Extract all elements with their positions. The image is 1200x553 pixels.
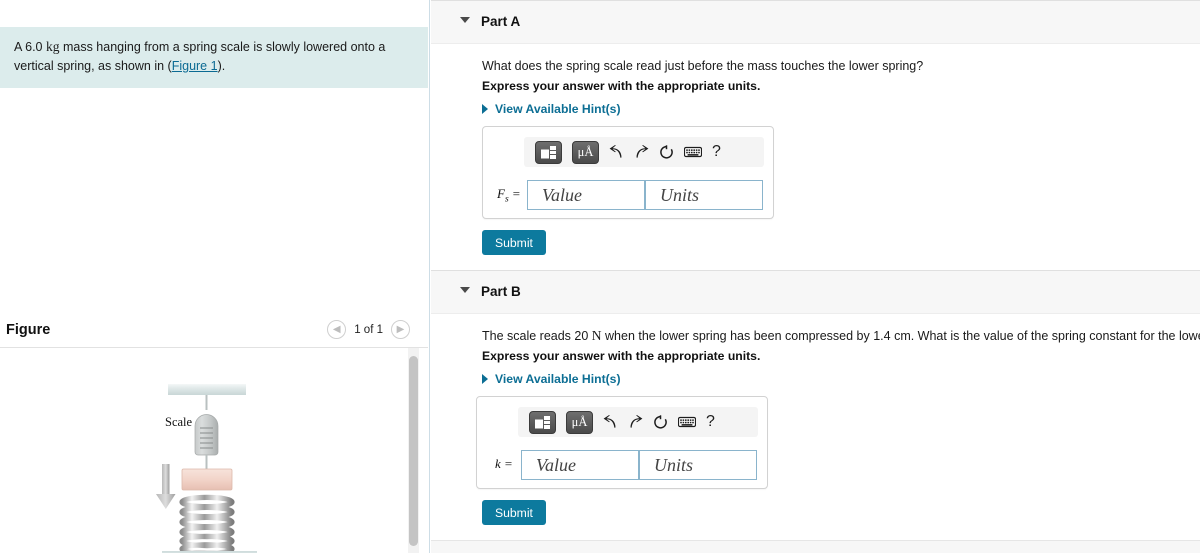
part-a-answer-label: Fs = (497, 186, 521, 205)
undo-glyph (609, 145, 622, 158)
part-b-answer-box: μÅ ? k = Value Units (476, 396, 768, 489)
figure-scrollbar-thumb[interactable] (409, 356, 418, 546)
part-b-question-unit: N (591, 328, 602, 343)
part-a-question: What does the spring scale read just bef… (482, 57, 923, 76)
chevron-left-icon[interactable]: ◀ (327, 320, 347, 339)
ceiling-bar (168, 384, 246, 395)
part-b-question-post: when the lower spring has been compresse… (601, 329, 1200, 343)
part-b-answer-label: k = (495, 456, 513, 475)
mastering-physics-problem-page: A 6.0 kg mass hanging from a spring scal… (0, 0, 1200, 553)
keyboard-icon[interactable] (684, 146, 702, 158)
part-b-express-units-note: Express your answer with the appropriate… (482, 349, 761, 363)
part-b-units-input[interactable]: Units (639, 450, 757, 480)
micro-angstrom-units-icon[interactable]: μÅ (572, 140, 599, 164)
part-b-view-hints-link[interactable]: View Available Hint(s) (482, 372, 621, 386)
part-a-answer-toolbar: μÅ ? (524, 137, 764, 167)
part-a-symbol: F (497, 186, 505, 201)
hanging-mass-block (181, 468, 233, 491)
math-template-glyph (535, 415, 550, 429)
part-a-title: Part A (481, 14, 521, 29)
math-template-icon[interactable] (535, 140, 562, 164)
part-b-question-pre: The scale reads 20 (482, 329, 592, 343)
caret-right-icon (482, 104, 488, 114)
redo-arrow-icon[interactable] (628, 415, 643, 429)
redo-glyph (630, 415, 643, 428)
undo-arrow-icon[interactable] (603, 415, 618, 429)
figure-1-link[interactable]: Figure 1 (172, 59, 218, 73)
spring-scale-body (194, 414, 219, 456)
part-b-title: Part B (481, 284, 521, 299)
undo-glyph (603, 415, 616, 428)
part-b-header[interactable]: Part B (431, 270, 1200, 314)
figure-title: Figure (6, 322, 51, 338)
units-glyph: μÅ (571, 414, 588, 429)
keyboard-glyph (678, 416, 696, 428)
figure-navigation: ◀ 1 of 1 ▶ (327, 320, 410, 339)
micro-angstrom-units-icon[interactable]: μÅ (566, 410, 593, 434)
caret-right-icon (482, 374, 488, 384)
problem-unit-kg: kg (45, 39, 60, 54)
help-question-icon[interactable]: ? (712, 144, 721, 160)
undo-arrow-icon[interactable] (609, 145, 624, 159)
part-b-submit-button[interactable]: Submit (482, 500, 546, 525)
scale-text-label: Scale (165, 415, 193, 429)
part-a-equals: = (508, 186, 521, 201)
part-a-units-input[interactable]: Units (645, 180, 763, 210)
lower-rod (205, 455, 208, 469)
math-template-glyph (541, 145, 556, 159)
part-b-units-placeholder: Units (654, 454, 694, 475)
figure-header: Figure ◀ 1 of 1 ▶ (0, 318, 428, 347)
upper-rod (205, 395, 208, 410)
part-a-answer-box: μÅ ? Fs = Value Units (482, 126, 774, 219)
caret-down-icon[interactable] (460, 287, 470, 293)
part-b-value-input[interactable]: Value (521, 450, 639, 480)
figure-body (0, 348, 412, 553)
part-a-submit-button[interactable]: Submit (482, 230, 546, 255)
math-template-icon[interactable] (529, 410, 556, 434)
part-a-question-pre: What does the spring scale read just bef… (482, 59, 924, 73)
problem-text-end: ). (217, 59, 226, 74)
part-a-hint-label: View Available Hint(s) (495, 102, 621, 116)
problem-text-before: A 6.0 (14, 40, 46, 54)
chevron-right-icon[interactable]: ▶ (391, 320, 410, 339)
problem-statement: A 6.0 kg mass hanging from a spring scal… (0, 27, 428, 88)
lower-spring (179, 494, 235, 553)
caret-down-icon[interactable] (460, 17, 470, 23)
part-a-units-placeholder: Units (660, 184, 700, 205)
redo-arrow-icon[interactable] (634, 145, 649, 159)
figure-counter: 1 of 1 (354, 323, 383, 336)
part-a-value-placeholder: Value (542, 184, 582, 205)
keyboard-glyph (684, 146, 702, 158)
reset-circular-arrow-icon[interactable] (659, 144, 674, 160)
part-b-hint-label: View Available Hint(s) (495, 372, 621, 386)
reset-circular-arrow-icon[interactable] (653, 414, 668, 430)
part-a-value-input[interactable]: Value (527, 180, 645, 210)
part-b-question: The scale reads 20 N when the lower spri… (482, 327, 1200, 346)
part-b-answer-toolbar: μÅ ? (518, 407, 758, 437)
downward-motion-arrow (156, 464, 176, 509)
bottom-section-band (431, 540, 1200, 553)
help-question-icon[interactable]: ? (706, 414, 715, 430)
part-b-value-placeholder: Value (536, 454, 576, 475)
units-glyph: μÅ (577, 144, 594, 159)
left-figure-panel: A 6.0 kg mass hanging from a spring scal… (0, 0, 430, 553)
spring-scale-diagram (156, 384, 257, 553)
part-a-express-units-note: Express your answer with the appropriate… (482, 79, 761, 93)
redo-glyph (636, 145, 649, 158)
keyboard-icon[interactable] (678, 416, 696, 428)
right-answer-panel: Part A What does the spring scale read j… (431, 0, 1200, 553)
part-b-equals: = (500, 456, 513, 471)
part-a-view-hints-link[interactable]: View Available Hint(s) (482, 102, 621, 116)
reset-glyph (660, 144, 673, 159)
part-a-header[interactable]: Part A (431, 0, 1200, 44)
reset-glyph (654, 414, 667, 429)
